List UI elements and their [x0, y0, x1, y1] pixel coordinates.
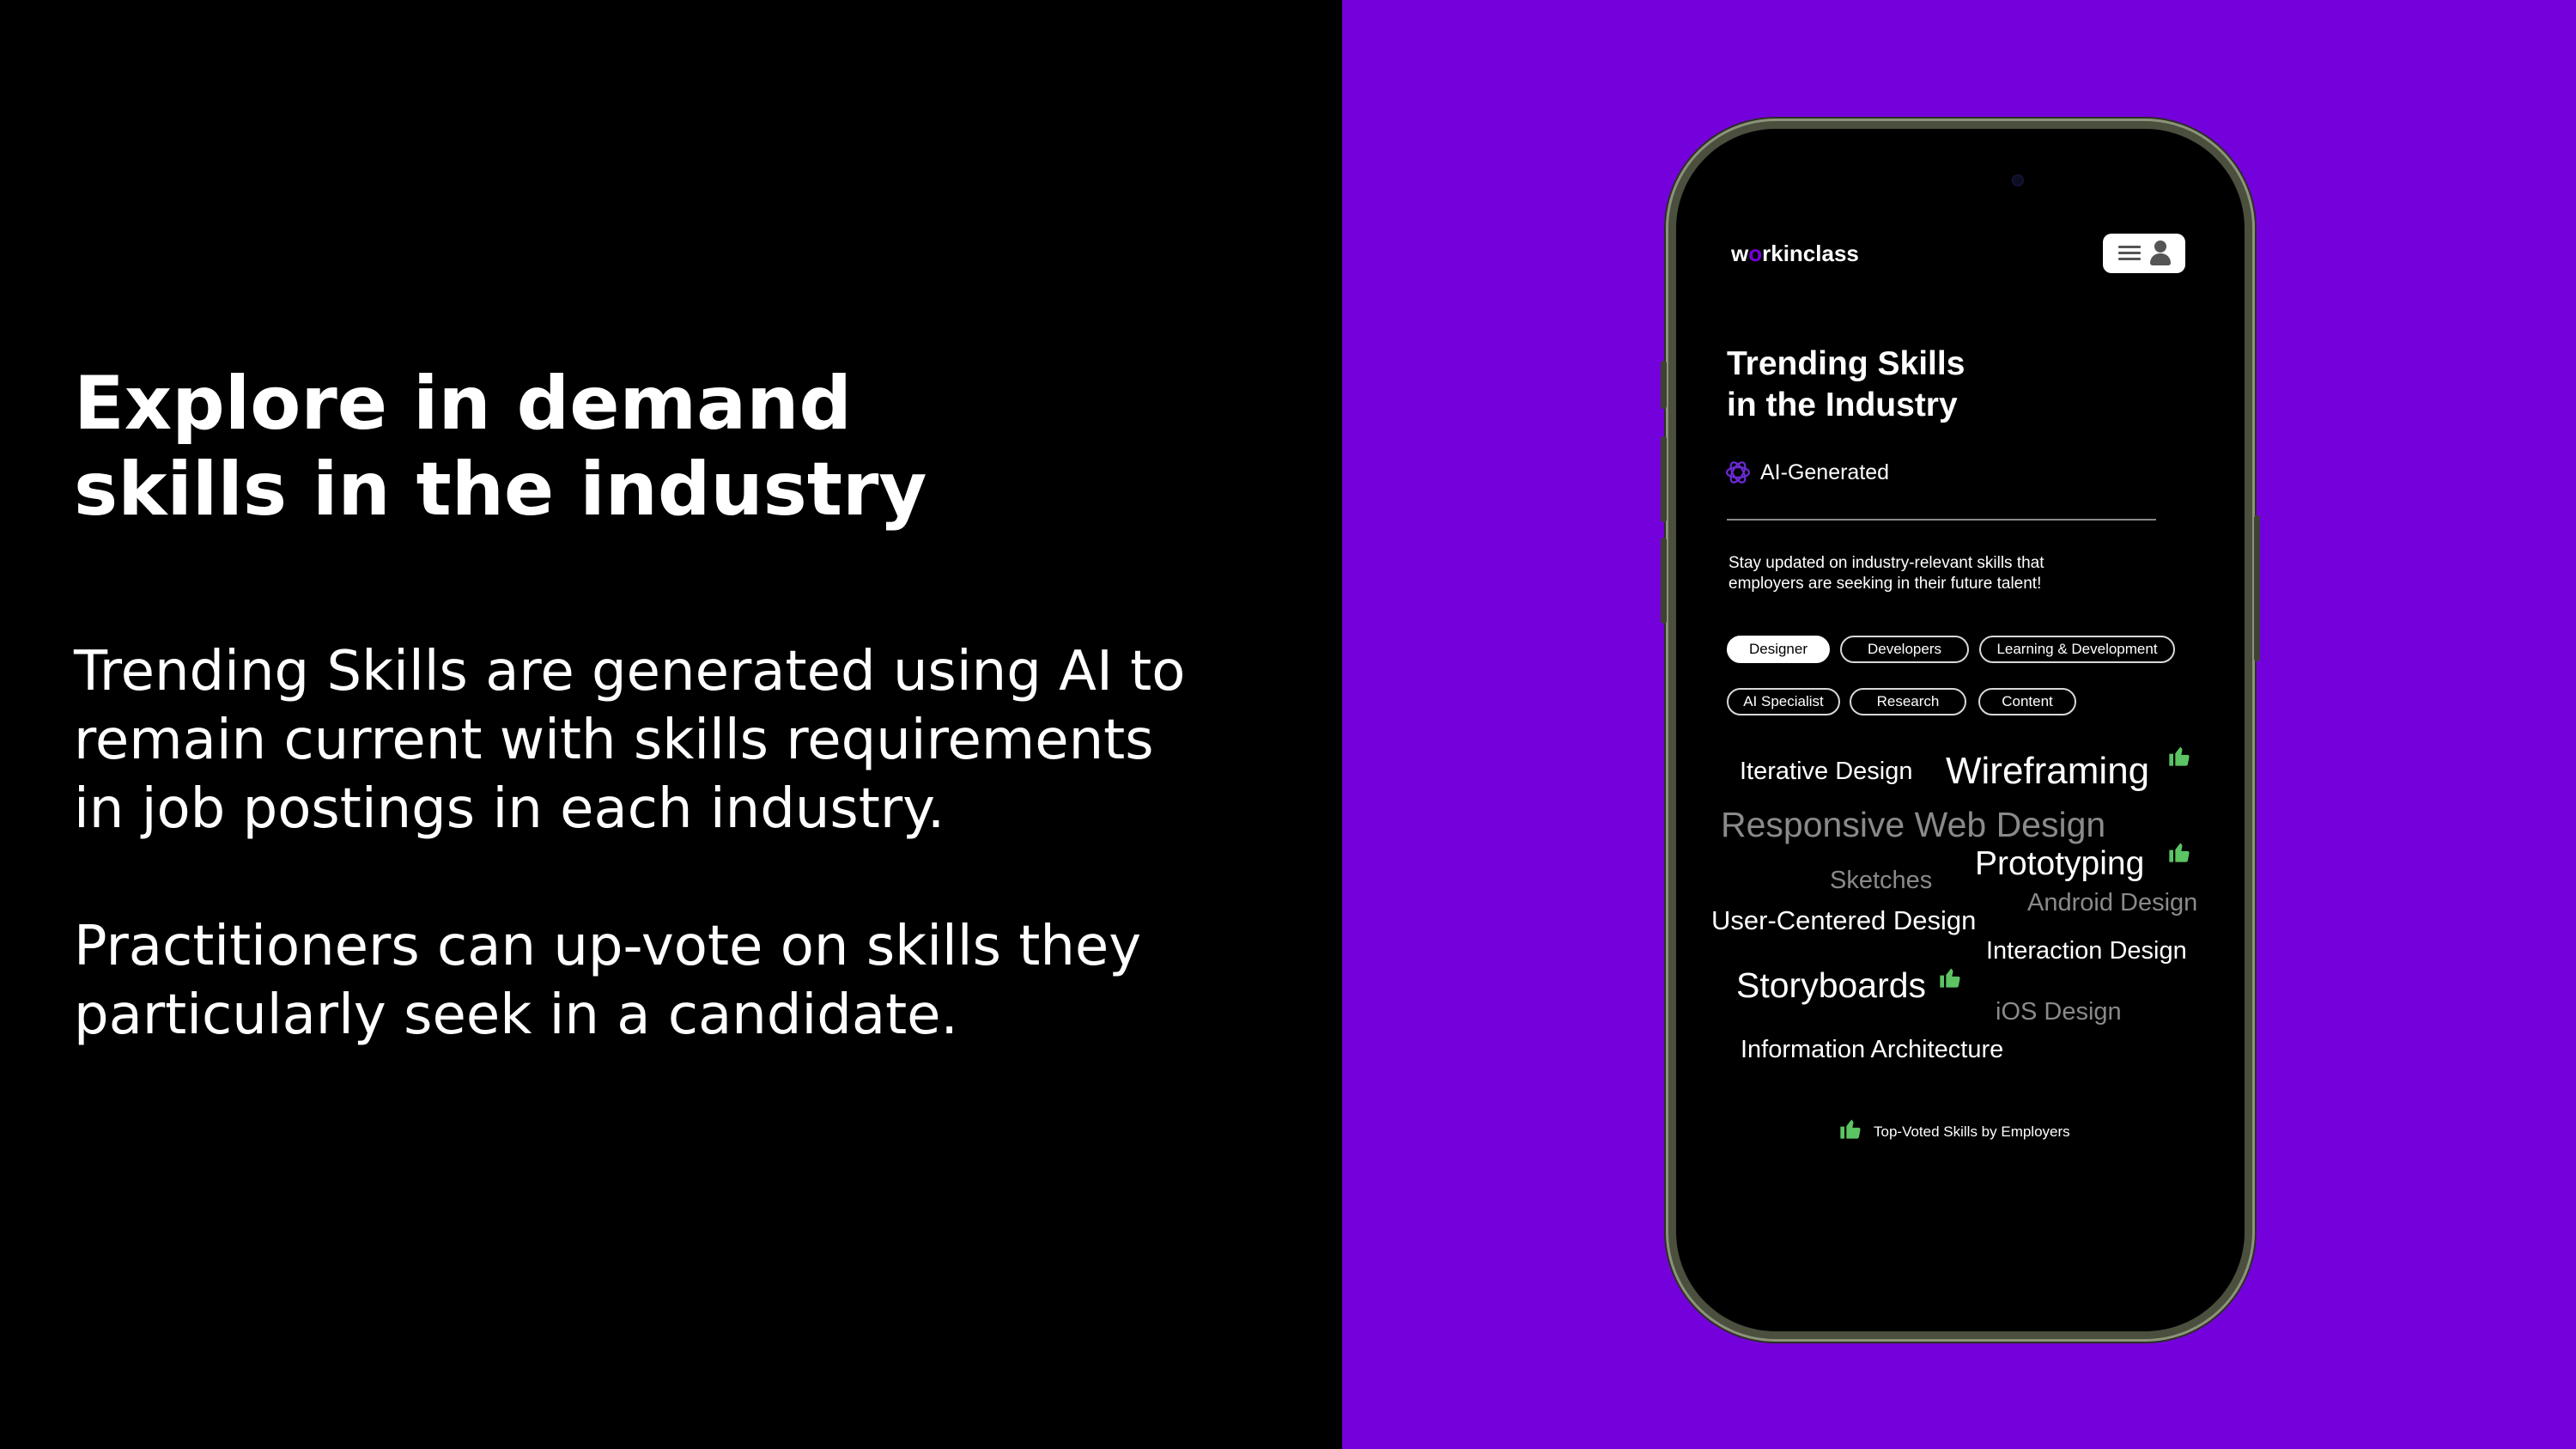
category-chip-research[interactable]: Research — [1850, 688, 1966, 715]
page-title-line-1: Trending Skills — [1727, 345, 1965, 382]
description-text: Stay updated on industry-relevant skills… — [1728, 554, 2044, 593]
page-title-line-2: in the Industry — [1727, 387, 1958, 423]
skill-responsive-web-design[interactable]: Responsive Web Design — [1721, 807, 2105, 843]
paragraph-2-line-1: Practitioners can up-vote on skills they — [74, 915, 1142, 978]
skill-wireframing[interactable]: Wireframing — [1946, 752, 2149, 790]
skill-iterative-design[interactable]: Iterative Design — [1740, 759, 1913, 784]
account-menu-button[interactable] — [2103, 234, 2185, 273]
phone-screen — [1676, 129, 2245, 1331]
phone-volume-up-button — [1661, 436, 1667, 522]
phone-volume-down-button — [1661, 538, 1667, 624]
category-chip-learning-development[interactable]: Learning & Development — [1979, 636, 2175, 663]
legend-label: Top-Voted Skills by Employers — [1874, 1123, 2070, 1140]
headline-line-2: skills in the industry — [74, 447, 927, 533]
category-chip-developers[interactable]: Developers — [1840, 636, 1969, 663]
phone-side-button — [1661, 361, 1667, 409]
skill-android-design[interactable]: Android Design — [2027, 891, 2197, 916]
skill-prototyping[interactable]: Prototyping — [1975, 847, 2144, 880]
divider — [1727, 519, 2156, 521]
skill-storyboards[interactable]: Storyboards — [1736, 968, 1926, 1003]
page-title: Trending Skills in the Industry — [1727, 344, 1965, 426]
headline-line-1: Explore in demand — [74, 361, 852, 447]
skill-ios-design[interactable]: iOS Design — [1996, 1000, 2122, 1025]
paragraph-2-line-2: particularly seek in a candidate. — [74, 983, 958, 1047]
category-chip-ai-specialist[interactable]: AI Specialist — [1727, 688, 1840, 715]
paragraph-1-line-3: in job postings in each industry. — [74, 777, 945, 841]
workinclass-logo[interactable]: workinclass — [1731, 240, 1859, 267]
skill-sketches[interactable]: Sketches — [1830, 868, 1932, 893]
hamburger-icon — [2118, 246, 2141, 261]
phone-power-button — [2254, 515, 2260, 661]
thumbs-up-icon — [2169, 843, 2190, 862]
camera-icon — [2012, 174, 2024, 186]
slide-paragraph-1: Trending Skills are generated using AI t… — [74, 637, 1293, 843]
slide-paragraph-2: Practitioners can up-vote on skills they… — [74, 912, 1293, 1050]
left-panel: Explore in demand skills in the industry… — [0, 0, 1342, 1449]
ai-sparkle-icon — [1725, 461, 1751, 484]
skill-interaction-design[interactable]: Interaction Design — [1986, 939, 2187, 964]
paragraph-1-line-1: Trending Skills are generated using AI t… — [74, 640, 1186, 703]
user-icon — [2149, 240, 2172, 266]
paragraph-1-line-2: remain current with skills requirements — [74, 709, 1154, 772]
category-chip-content[interactable]: Content — [1978, 688, 2076, 715]
ai-generated-label: AI-Generated — [1760, 460, 1890, 484]
category-chip-designer[interactable]: Designer — [1727, 636, 1830, 663]
thumbs-up-icon — [1840, 1119, 1861, 1139]
thumbs-up-icon — [2169, 746, 2190, 766]
slide-headline: Explore in demand skills in the industry — [74, 361, 1276, 533]
skill-information-architecture[interactable]: Information Architecture — [1741, 1038, 2003, 1062]
skill-user-centered-design[interactable]: User-Centered Design — [1711, 907, 1976, 934]
thumbs-up-icon — [1940, 968, 1960, 988]
